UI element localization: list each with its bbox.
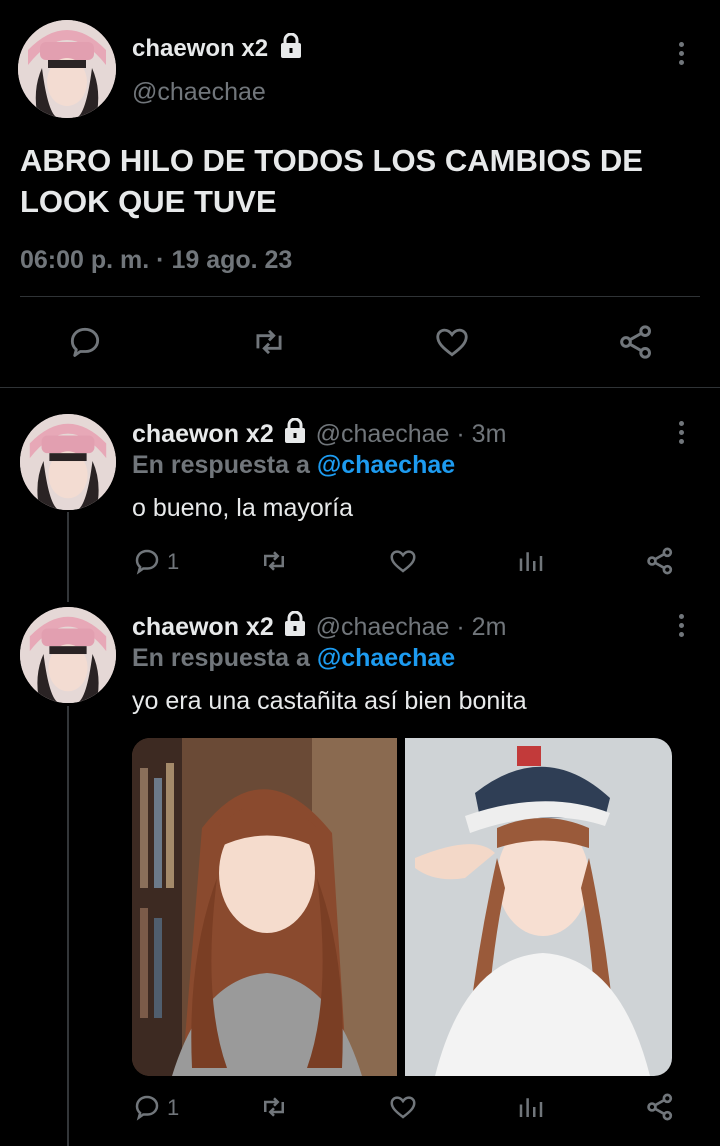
display-name[interactable]: chaewon x2: [132, 35, 268, 62]
retweet-icon[interactable]: [249, 323, 289, 361]
photo-1[interactable]: [132, 738, 397, 1076]
share-icon[interactable]: [644, 545, 676, 577]
thread-line: [67, 706, 69, 1146]
reply-header: chaewon x2 @chaechae · 3m: [132, 418, 506, 449]
retweet-icon[interactable]: [258, 546, 290, 576]
author-handle[interactable]: @chaechae: [316, 420, 450, 448]
share-icon[interactable]: [644, 1091, 676, 1123]
reply-time: · 3m: [456, 420, 507, 448]
more-icon[interactable]: [676, 421, 686, 448]
avatar[interactable]: [18, 20, 116, 118]
reply-text: o bueno, la mayoría: [132, 494, 353, 522]
author-handle[interactable]: @chaechae: [316, 613, 450, 641]
more-icon[interactable]: [676, 42, 686, 69]
reply-prefix: En respuesta a: [132, 451, 310, 479]
mention-link[interactable]: @chaechae: [317, 451, 455, 479]
reply-context: En respuesta a @chaechae: [132, 451, 455, 480]
reply-prefix: En respuesta a: [132, 644, 310, 672]
reply-text: yo era una castañita así bien bonita: [132, 687, 527, 715]
like-icon[interactable]: [387, 546, 419, 576]
reply-icon[interactable]: [132, 546, 162, 576]
tweet-text: ABRO HILO DE TODOS LOS CAMBIOS DE LOOK Q…: [20, 143, 643, 219]
avatar[interactable]: [20, 414, 116, 510]
lock-icon: [283, 611, 307, 637]
avatar[interactable]: [20, 607, 116, 703]
divider: [0, 387, 720, 388]
display-name[interactable]: chaewon x2: [132, 613, 274, 641]
views-icon[interactable]: [516, 546, 546, 576]
lock-icon: [279, 33, 303, 59]
reply-time: · 2m: [456, 613, 507, 641]
thread-line: [67, 512, 69, 602]
more-icon[interactable]: [676, 614, 686, 641]
tweet-timestamp[interactable]: 06:00 p. m. · 19 ago. 23: [20, 246, 292, 275]
reply-header: chaewon x2 @chaechae · 2m: [132, 611, 506, 642]
display-name[interactable]: chaewon x2: [132, 420, 274, 448]
like-icon[interactable]: [387, 1092, 419, 1122]
reply-context: En respuesta a @chaechae: [132, 644, 455, 673]
views-icon[interactable]: [516, 1092, 546, 1122]
lock-icon: [283, 418, 307, 444]
media-grid: [132, 738, 672, 1076]
reply-icon[interactable]: [132, 1092, 162, 1122]
reply-icon[interactable]: [66, 323, 104, 361]
like-icon[interactable]: [432, 323, 472, 361]
share-icon[interactable]: [616, 322, 656, 362]
divider: [20, 296, 700, 297]
retweet-icon[interactable]: [258, 1092, 290, 1122]
mention-link[interactable]: @chaechae: [317, 644, 455, 672]
reply-count: 1: [167, 549, 180, 574]
author-handle[interactable]: @chaechae: [132, 78, 266, 107]
photo-2[interactable]: [405, 738, 672, 1076]
author-name[interactable]: chaewon x2: [132, 33, 303, 63]
reply-count: 1: [167, 1095, 180, 1120]
